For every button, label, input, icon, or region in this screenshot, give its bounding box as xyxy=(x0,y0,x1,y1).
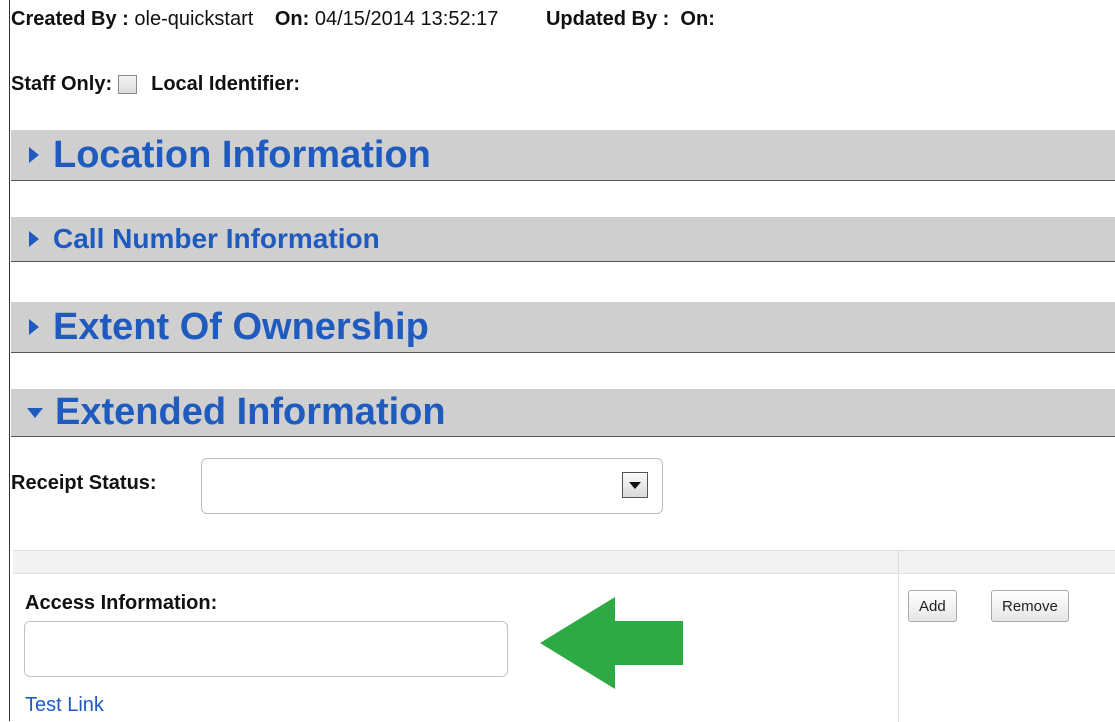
created-on-label: On: xyxy=(274,8,310,30)
receipt-status-label: Receipt Status: xyxy=(11,472,157,494)
expand-arrow-icon xyxy=(29,147,39,163)
remove-button[interactable]: Remove xyxy=(991,590,1069,622)
access-information-input[interactable] xyxy=(24,621,508,677)
updated-on-label: On: xyxy=(680,8,715,30)
section-title: Extent Of Ownership xyxy=(53,305,429,348)
test-link[interactable]: Test Link xyxy=(25,694,104,717)
add-button[interactable]: Add xyxy=(908,590,957,622)
section-title: Extended Information xyxy=(55,391,446,433)
staff-row: Staff Only: Local Identifier: xyxy=(11,73,300,96)
staff-only-checkbox[interactable] xyxy=(118,75,138,94)
section-location-information[interactable]: Location Information xyxy=(11,130,1115,181)
created-by-label: Created By : xyxy=(11,8,129,30)
created-on-value: 04/15/2014 13:52:17 xyxy=(314,8,499,30)
expand-arrow-icon xyxy=(29,319,39,335)
section-title: Location Information xyxy=(53,133,431,176)
green-arrow-icon xyxy=(540,597,683,689)
section-title: Call Number Information xyxy=(53,223,380,254)
panel-header-bar xyxy=(13,551,1115,574)
collapse-arrow-icon xyxy=(27,407,43,418)
arrow-shape xyxy=(540,597,683,689)
updated-by-label: Updated By : xyxy=(545,8,670,30)
left-border xyxy=(9,0,10,721)
staff-only-label: Staff Only: xyxy=(11,73,113,95)
panel-divider xyxy=(898,551,899,722)
access-information-label: Access Information: xyxy=(25,592,218,614)
section-extended-information[interactable]: Extended Information xyxy=(11,389,1115,437)
expand-arrow-icon xyxy=(29,231,39,247)
record-meta: Created By : ole-quickstart On: 04/15/20… xyxy=(11,8,715,31)
receipt-status-select[interactable] xyxy=(201,458,663,514)
section-call-number-information[interactable]: Call Number Information xyxy=(11,217,1115,262)
created-by-value: ole-quickstart xyxy=(134,8,254,30)
local-identifier-label: Local Identifier: xyxy=(151,73,301,95)
chevron-down-icon[interactable] xyxy=(622,472,648,498)
section-extent-of-ownership[interactable]: Extent Of Ownership xyxy=(11,302,1115,353)
